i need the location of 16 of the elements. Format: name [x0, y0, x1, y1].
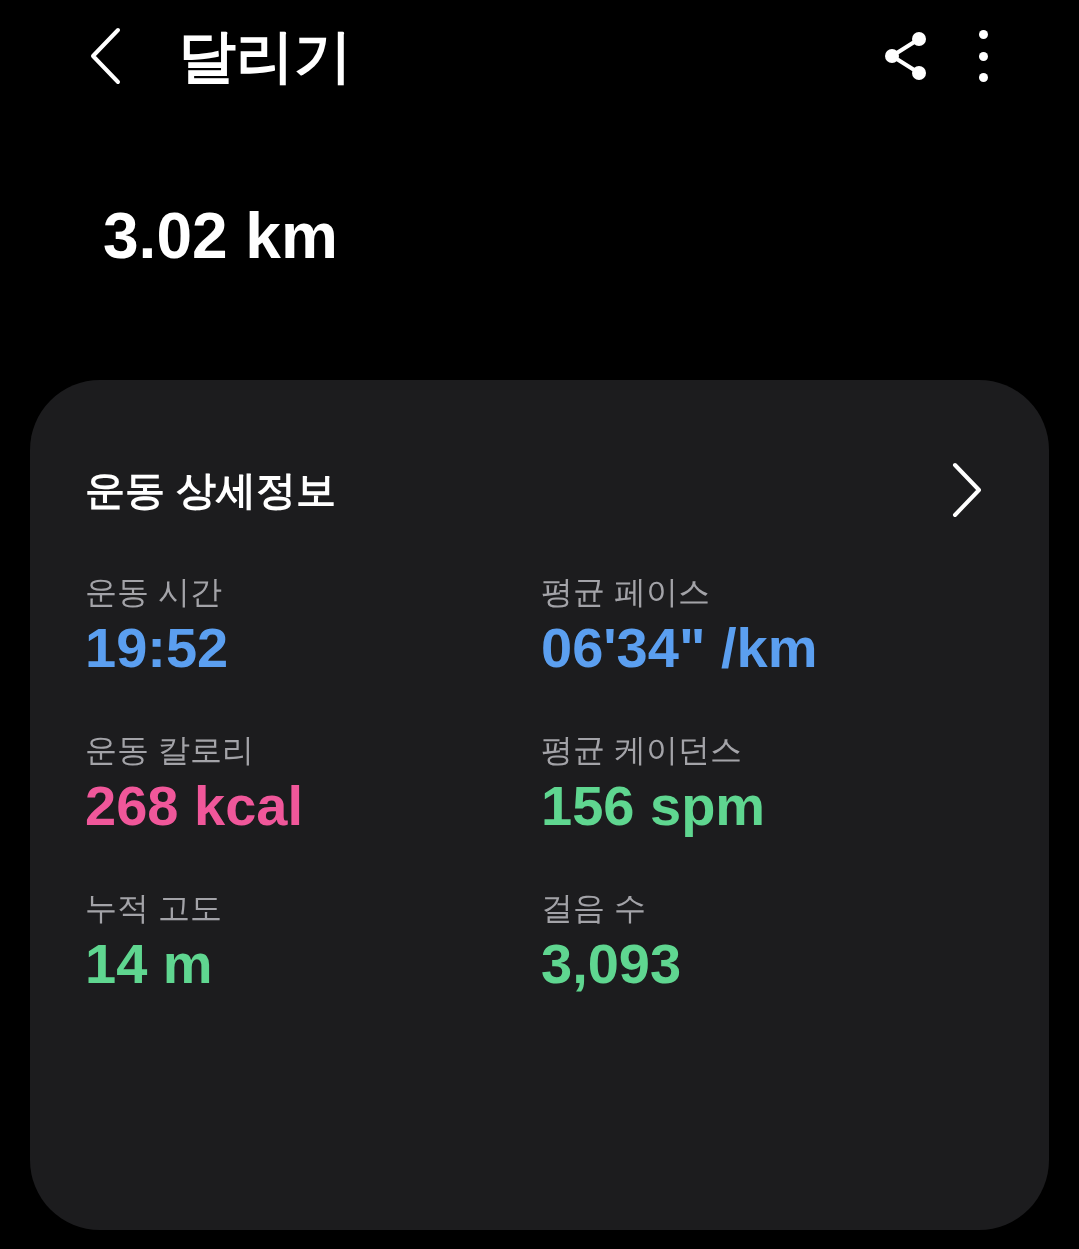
stat-value: 19:52 — [85, 620, 229, 676]
more-options-icon[interactable] — [977, 30, 989, 82]
page-title: 달리기 — [178, 27, 352, 85]
chevron-right-icon[interactable] — [950, 462, 984, 518]
stat-value: 06'34" /km — [541, 620, 818, 676]
stat-label: 운동 칼로리 — [85, 734, 254, 766]
stat-label: 걸음 수 — [541, 892, 646, 924]
stat-label: 평균 케이던스 — [541, 734, 742, 766]
distance-value: 3.02 km — [103, 204, 338, 268]
stat-value: 268 kcal — [85, 778, 303, 834]
card-title: 운동 상세정보 — [85, 470, 337, 510]
stat-label: 평균 페이스 — [541, 576, 710, 608]
stat-value: 14 m — [85, 936, 213, 992]
stat-label: 누적 고도 — [85, 892, 222, 924]
stat-label: 운동 시간 — [85, 576, 222, 608]
stat-value: 3,093 — [541, 936, 682, 992]
